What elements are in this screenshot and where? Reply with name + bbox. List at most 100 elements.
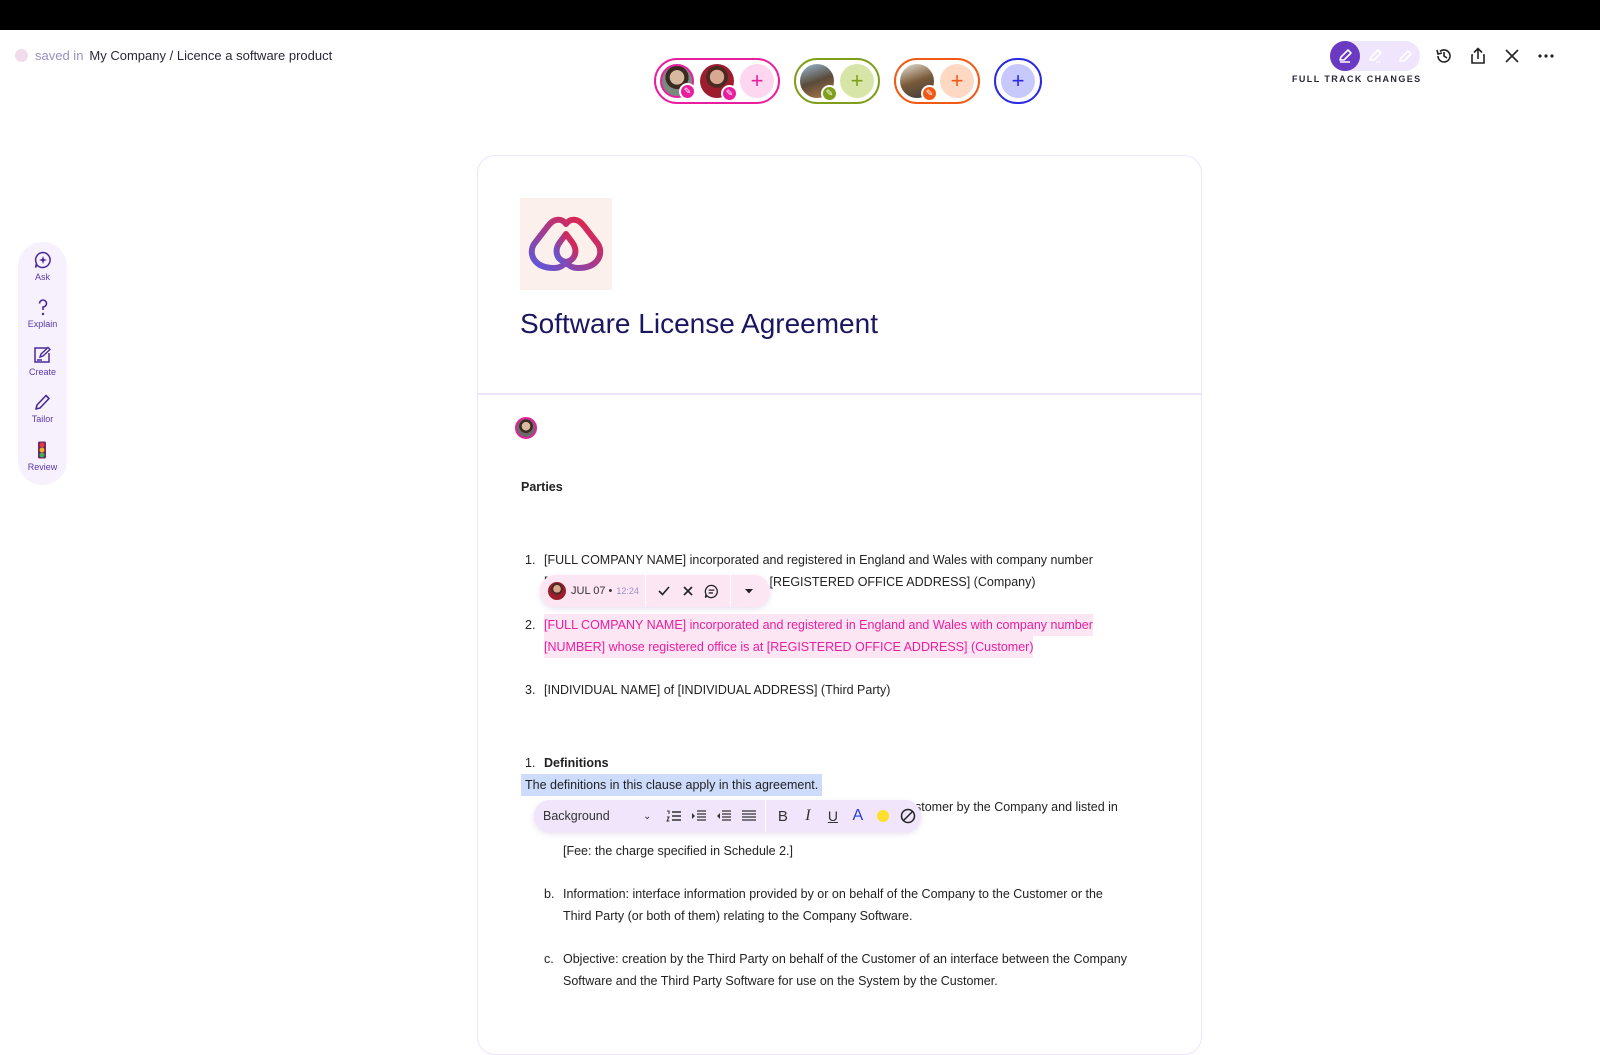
change-author-avatar [548,582,566,600]
avatar[interactable]: ✎ [660,64,696,100]
change-date: JUL 07 • [571,585,613,597]
highlight-color-button[interactable] [870,804,895,828]
share-button[interactable] [1466,42,1490,70]
party-text-line: [FULL COMPANY NAME] incorporated and reg… [544,553,1093,567]
pencil-icon: ✎ [921,85,938,102]
history-button[interactable] [1432,42,1456,70]
definition-text-line: Software and the Third Party Software fo… [563,974,998,988]
document-logo [520,198,612,290]
justify-button[interactable] [736,804,761,828]
close-icon [683,586,693,596]
more-change-options-button[interactable] [737,579,761,603]
ai-assistant-rail: Ask Explain Create Tailor Review [18,242,67,485]
definition-text-line: Objective: creation by the Third Party o… [563,952,1127,966]
definitions-heading: Definitions [544,756,609,770]
check-icon [658,586,670,596]
author-avatar[interactable] [515,417,537,439]
add-group-button[interactable]: + [1001,64,1035,98]
history-icon [1436,49,1451,63]
add-collaborator-button[interactable]: + [740,64,774,98]
pencil-dots-icon [1369,49,1382,63]
breadcrumb-path[interactable]: My Company / Licence a software product [89,48,332,63]
chevron-down-icon[interactable]: ⌄ [643,811,651,822]
align-justify-icon [741,810,756,821]
add-collaborator-button[interactable]: + [840,64,874,98]
inserted-text: [NUMBER] whose registered office is at [… [544,636,1034,658]
breadcrumb: saved in My Company / Licence a software… [15,48,332,63]
rail-item-review[interactable]: Review [27,438,58,485]
avatar[interactable]: ✎ [800,64,838,102]
traffic-light-icon [38,441,47,459]
rail-label: Review [27,461,58,472]
compose-icon [34,346,52,363]
fee-definition: [Fee: the charge specified in Schedule 2… [563,844,794,858]
paragraph-style-select[interactable]: Background [543,809,643,823]
close-icon [1505,49,1519,63]
inserted-text: [FULL COMPANY NAME] incorporated and reg… [544,614,1093,636]
track-mode-label: FULL TRACK CHANGES [1292,74,1422,84]
parties-heading: Parties [521,480,563,494]
rail-item-explain[interactable]: Explain [28,295,57,342]
comment-button[interactable] [700,579,724,603]
party-text-line: [REGISTERED OFFICE ADDRESS] (Company) [769,575,1036,589]
add-collaborator-button[interactable]: + [940,64,974,98]
accept-change-button[interactable] [652,579,676,603]
title-divider [478,393,1201,395]
comment-icon [705,584,719,598]
party-item[interactable]: 3. [INDIVIDUAL NAME] of [INDIVIDUAL ADDR… [525,679,1185,701]
indent-icon [691,810,706,821]
outdent-icon [716,810,731,821]
definition-text-partial: stomer by the Company and listed in [915,800,1118,814]
clear-formatting-button[interactable] [895,804,920,828]
save-status-dot [15,49,28,62]
reject-change-button[interactable] [676,579,700,603]
numbered-list-button[interactable] [661,804,686,828]
pencil-icon [35,394,51,411]
rail-item-tailor[interactable]: Tailor [32,390,53,437]
avatar[interactable]: ✎ [700,64,738,102]
pencil-icon: ✎ [721,85,738,102]
collaborator-group-orange: ✎ + [894,58,980,104]
rail-label: Ask [34,272,50,282]
clear-format-icon [900,808,916,824]
rail-item-ask[interactable]: Ask [33,248,53,295]
document-title[interactable]: Software License Agreement [520,308,878,340]
no-track-changes-option[interactable] [1390,41,1420,71]
close-button[interactable] [1500,42,1524,70]
definition-text-line: Third Party (or both of them) relating t… [563,909,913,923]
question-icon [38,299,47,316]
list-number: 1. [525,553,536,567]
rail-label: Create [28,366,56,377]
divider [644,575,646,607]
list-number: 1. [525,756,536,770]
definition-item[interactable]: b. Information: interface information pr… [544,883,1184,927]
pencil-icon [1399,50,1412,62]
pencil-line-icon [1339,49,1352,63]
track-changes-toggle [1330,41,1420,71]
more-horizontal-icon [1538,54,1554,58]
italic-button[interactable]: I [795,804,820,828]
avatar[interactable]: ✎ [900,64,938,102]
numbered-list-icon [666,810,681,822]
definition-item[interactable]: c. Objective: creation by the Third Part… [544,948,1184,992]
outdent-button[interactable] [711,804,736,828]
full-track-changes-option[interactable] [1330,41,1360,71]
indent-button[interactable] [686,804,711,828]
selected-text[interactable]: The definitions in this clause apply in … [521,774,823,796]
collaborator-group-green: ✎ + [794,58,880,104]
rail-item-create[interactable]: Create [29,343,56,390]
text-color-button[interactable]: A [845,804,870,828]
saved-label: saved in [35,48,84,63]
divider [765,800,767,832]
more-options-button[interactable] [1534,42,1558,70]
list-number: c. [544,952,554,966]
formatting-toolbar: Background ⌄ B I U A [534,800,921,832]
bold-button[interactable]: B [770,804,795,828]
underline-button[interactable]: U [820,804,845,828]
collaborator-group-pink: ✎ ✎ + [654,58,780,104]
simple-track-changes-option[interactable] [1360,41,1390,71]
caret-down-icon [744,589,753,594]
party-item-inserted[interactable]: 2. [FULL COMPANY NAME] incorporated and … [525,614,1185,658]
change-time: 12:24 [616,586,639,596]
definition-text-line: Information: interface information provi… [563,887,1103,901]
